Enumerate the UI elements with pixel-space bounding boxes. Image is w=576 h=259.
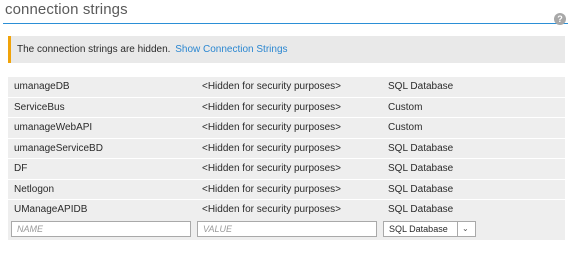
- value-input[interactable]: [197, 221, 377, 237]
- chevron-down-icon[interactable]: ⌄: [462, 222, 469, 236]
- connection-type: Custom: [388, 122, 423, 133]
- connection-value: <Hidden for security purposes>: [202, 101, 341, 113]
- connection-name: UManageAPIDB: [14, 204, 88, 215]
- show-connection-strings-link[interactable]: Show Connection Strings: [175, 44, 287, 55]
- name-input[interactable]: [11, 221, 191, 237]
- table-row[interactable]: umanageDB <Hidden for security purposes>…: [8, 77, 565, 98]
- connection-type: SQL Database: [388, 81, 454, 92]
- connection-type: SQL Database: [388, 142, 454, 154]
- connection-value: <Hidden for security purposes>: [202, 204, 341, 215]
- question-icon[interactable]: ?: [554, 13, 566, 25]
- table-row[interactable]: Netlogon <Hidden for security purposes> …: [8, 179, 565, 200]
- connection-strings-table: umanageDB <Hidden for security purposes>…: [8, 77, 565, 221]
- table-row[interactable]: UManageAPIDB <Hidden for security purpos…: [8, 200, 565, 221]
- connection-value: <Hidden for security purposes>: [202, 163, 341, 174]
- connection-value: <Hidden for security purposes>: [202, 81, 341, 92]
- connection-name: umanageWebAPI: [14, 122, 93, 133]
- connection-value: <Hidden for security purposes>: [202, 122, 341, 133]
- connection-type: SQL Database: [388, 183, 454, 195]
- connection-value: <Hidden for security purposes>: [202, 183, 341, 195]
- section-title: connection strings: [5, 1, 128, 18]
- connection-name: ServiceBus: [14, 101, 65, 113]
- table-row[interactable]: umanageWebAPI <Hidden for security purpo…: [8, 118, 565, 139]
- table-row[interactable]: ServiceBus <Hidden for security purposes…: [8, 97, 565, 118]
- connection-name: Netlogon: [14, 183, 55, 195]
- select-divider: [457, 222, 458, 236]
- connection-value: <Hidden for security purposes>: [202, 142, 341, 154]
- connection-name: umanageServiceBD: [14, 142, 103, 154]
- connection-name: DF: [14, 163, 28, 174]
- type-select-value: SQL Database: [389, 224, 448, 234]
- title-underline: [3, 23, 568, 24]
- connection-type: Custom: [388, 101, 423, 113]
- connection-type: SQL Database: [388, 163, 454, 174]
- hidden-strings-notice: The connection strings are hidden. Show …: [8, 36, 565, 63]
- notice-text: The connection strings are hidden.: [17, 44, 171, 55]
- table-row[interactable]: DF <Hidden for security purposes> SQL Da…: [8, 159, 565, 180]
- table-row[interactable]: umanageServiceBD <Hidden for security pu…: [8, 138, 565, 159]
- connection-type: SQL Database: [388, 204, 454, 215]
- type-select[interactable]: SQL Database ⌄: [383, 221, 476, 237]
- new-connection-row: SQL Database ⌄: [8, 219, 565, 240]
- connection-name: umanageDB: [14, 81, 70, 92]
